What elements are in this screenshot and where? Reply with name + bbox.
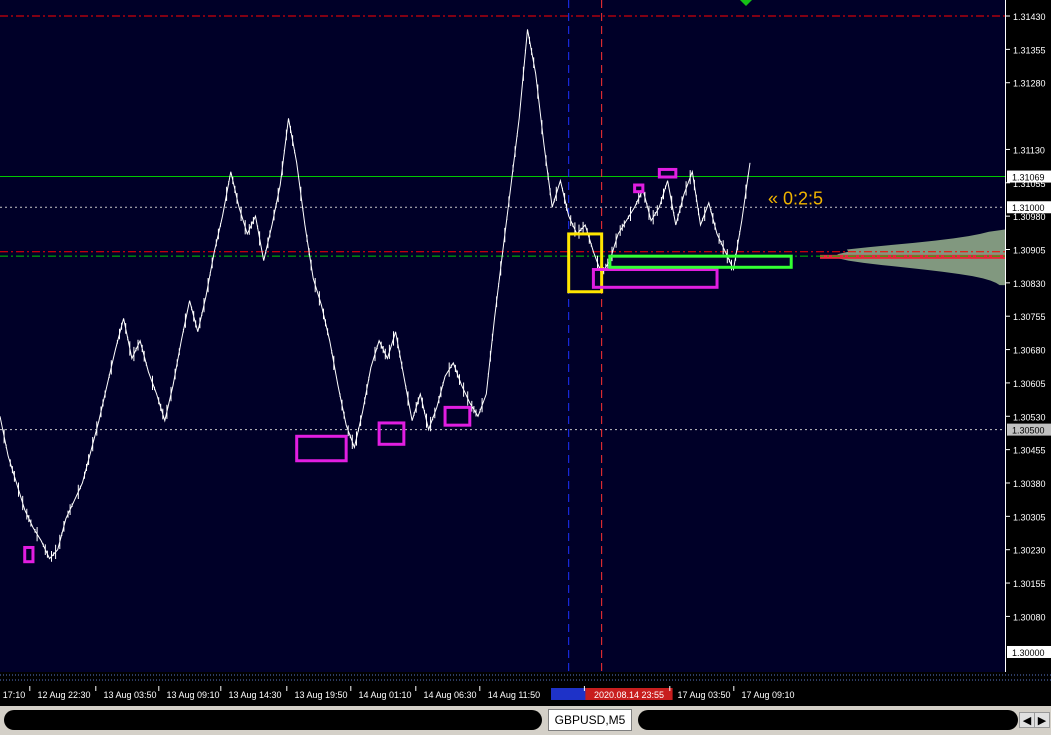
price-tick-label-5: 1.30980 <box>1013 212 1046 222</box>
zone-box-7 <box>633 183 645 194</box>
chart-tabs-bar: GBPUSD,M5 ◀ ▶ <box>0 706 1051 735</box>
zone-box-3 <box>443 405 472 427</box>
price-tick-label-1: 1.31355 <box>1013 45 1046 55</box>
price-tick-label-6: 1.30905 <box>1013 245 1046 255</box>
zone-box-5 <box>591 268 719 289</box>
zone-box-2 <box>377 421 406 446</box>
countdown-label: « 0:2:5 <box>768 188 823 208</box>
price-tick-label-7: 1.30830 <box>1013 279 1046 289</box>
time-tick-label-3: 13 Aug 09:10 <box>166 690 219 700</box>
price-tick-label-2: 1.31280 <box>1013 79 1046 89</box>
time-axis[interactable]: 17:10 12 Aug 22:30 13 Aug 03:50 13 Aug 09:1… <box>0 672 1051 706</box>
price-marker-2: 1.30500 <box>1012 426 1045 436</box>
time-tick-label-1: 12 Aug 22:30 <box>37 690 90 700</box>
left-scroll-track[interactable] <box>4 710 542 730</box>
price-axis[interactable]: 1.31430 1.31355 1.31280 1.31130 1.31055 1.309… <box>1005 0 1051 686</box>
price-tick-label-16: 1.30155 <box>1013 579 1046 589</box>
price-tick-label-8: 1.30755 <box>1013 312 1046 322</box>
price-tick-label-0: 1.31430 <box>1013 12 1046 22</box>
price-tick-label-14: 1.30305 <box>1013 512 1046 522</box>
price-series-line <box>0 29 751 562</box>
price-marker-1: 1.31000 <box>1012 203 1045 213</box>
time-tick-label-0: 17:10 <box>3 690 26 700</box>
time-tick-label-2: 13 Aug 03:50 <box>103 690 156 700</box>
volume-poc-bar <box>820 254 1005 259</box>
chart-tab-gbpusd-m5[interactable]: GBPUSD,M5 <box>548 709 632 731</box>
blue-time-marker <box>551 688 589 700</box>
price-tick-label-13: 1.30380 <box>1013 479 1046 489</box>
price-axis-labels: 1.314301.313551.312801.311301.310551.309… <box>1006 12 1051 658</box>
time-tick-label-10: 17 Aug 03:50 <box>677 690 730 700</box>
scroll-left-arrow-icon[interactable]: ◀ <box>1019 712 1035 728</box>
price-marker-0: 1.31069 <box>1012 173 1045 183</box>
zone-box-0 <box>23 545 35 564</box>
time-tick-label-8: 14 Aug 11:50 <box>488 690 540 700</box>
price-tick-label-12: 1.30455 <box>1013 446 1046 456</box>
time-tick-label-7: 14 Aug 06:30 <box>423 690 476 700</box>
right-scroll-track[interactable] <box>638 710 1018 730</box>
zone-box-6 <box>608 254 793 269</box>
price-tick-label-3: 1.31130 <box>1013 145 1045 155</box>
time-tick-label-6: 14 Aug 01:10 <box>358 690 411 700</box>
zone-box-8 <box>657 167 678 179</box>
time-tick-label-4: 13 Aug 14:30 <box>228 690 281 700</box>
price-chart[interactable]: « 0:2:5 <box>0 0 1005 672</box>
time-tick-label-11: 17 Aug 09:10 <box>741 690 794 700</box>
price-tick-label-11: 1.30530 <box>1013 412 1046 422</box>
price-marker-3: 1.30000 <box>1012 648 1045 658</box>
price-tick-label-17: 1.30080 <box>1013 612 1046 622</box>
zone-box-1 <box>295 434 348 463</box>
chart-area[interactable]: « 0:2:5 <box>0 0 1005 672</box>
price-tick-label-10: 1.30605 <box>1013 379 1046 389</box>
time-axis-labels: 17:10 12 Aug 22:30 13 Aug 03:50 13 Aug 09:1… <box>0 674 1051 700</box>
price-tick-label-9: 1.30680 <box>1013 346 1046 356</box>
zone-box-4 <box>567 232 604 294</box>
time-tick-label-9: 2020.08.14 23:55 <box>594 690 664 700</box>
price-tick-label-15: 1.30230 <box>1013 546 1046 556</box>
time-tick-label-5: 13 Aug 19:50 <box>294 690 347 700</box>
green-triangle-marker-icon <box>740 0 752 6</box>
scroll-right-arrow-icon[interactable]: ▶ <box>1034 712 1050 728</box>
